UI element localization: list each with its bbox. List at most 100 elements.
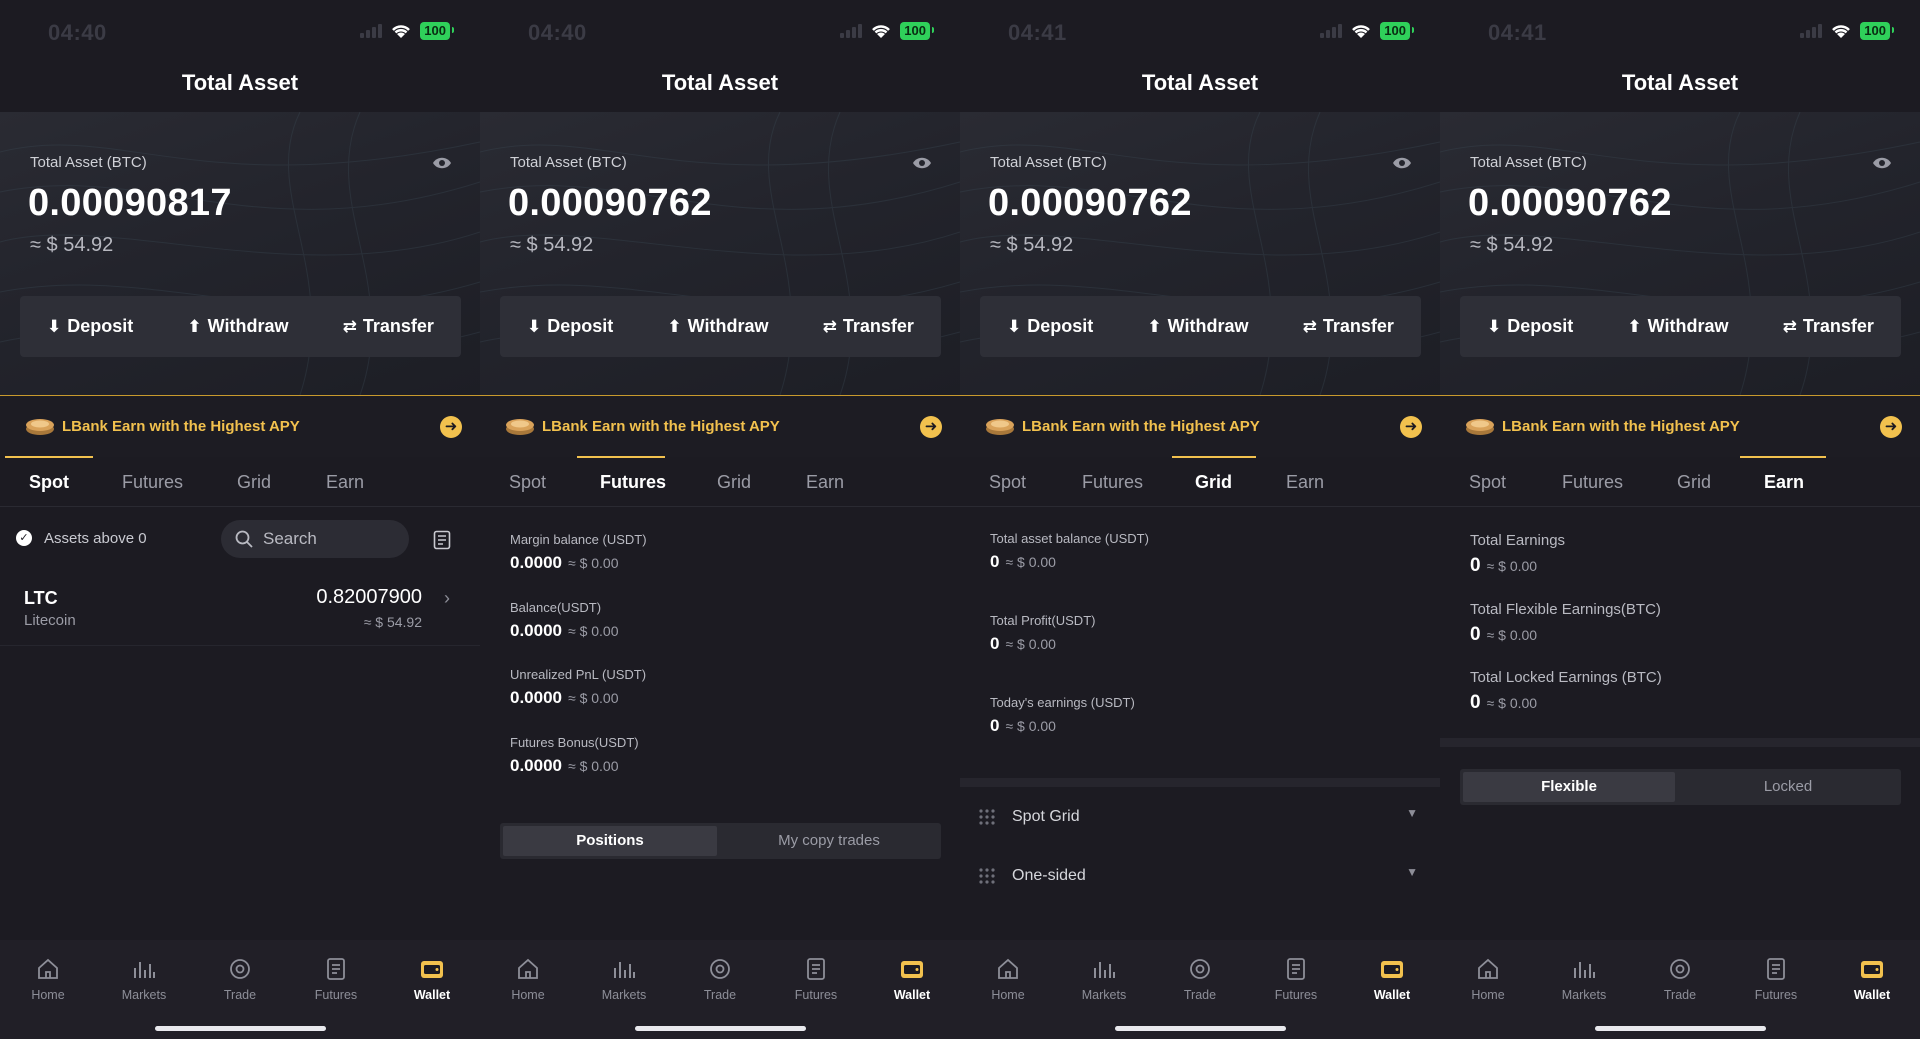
eye-icon[interactable] bbox=[912, 156, 932, 170]
tab-spot[interactable]: Spot bbox=[989, 472, 1026, 493]
record-icon[interactable] bbox=[433, 530, 451, 550]
arrow-up-icon: ⬆ bbox=[1627, 316, 1642, 336]
nav-wallet[interactable]: Wallet bbox=[392, 956, 472, 1002]
withdraw-button[interactable]: ⬆ Withdraw bbox=[667, 316, 768, 337]
arrow-right-icon[interactable]: ➜ bbox=[1400, 416, 1422, 438]
tab-grid[interactable]: Grid bbox=[1195, 472, 1232, 493]
asset-row[interactable]: LTC Litecoin 0.82007900 ≈ $ 54.92 › bbox=[0, 580, 480, 646]
nav-home[interactable]: Home bbox=[488, 956, 568, 1002]
arrow-right-icon[interactable]: ➜ bbox=[440, 416, 462, 438]
earn-promo-banner[interactable]: LBank Earn with the Highest APY ➜ bbox=[1440, 395, 1920, 457]
tab-spot[interactable]: Spot bbox=[29, 472, 69, 493]
grid-dots-icon bbox=[979, 868, 995, 884]
tab-earn[interactable]: Earn bbox=[1286, 472, 1324, 493]
nav-wallet[interactable]: Wallet bbox=[1352, 956, 1432, 1002]
tab-spot[interactable]: Spot bbox=[1469, 472, 1506, 493]
home-indicator bbox=[155, 1026, 326, 1031]
nav-trade[interactable]: Trade bbox=[1640, 956, 1720, 1002]
tab-grid[interactable]: Grid bbox=[237, 472, 271, 493]
markets-icon bbox=[1574, 962, 1595, 978]
tab-earn[interactable]: Earn bbox=[1764, 472, 1804, 493]
transfer-button[interactable]: ⇄ Transfer bbox=[343, 316, 434, 337]
nav-markets[interactable]: Markets bbox=[584, 956, 664, 1002]
tab-spot[interactable]: Spot bbox=[509, 472, 546, 493]
nav-markets[interactable]: Markets bbox=[1064, 956, 1144, 1002]
nav-markets[interactable]: Markets bbox=[1544, 956, 1624, 1002]
battery-indicator: 100 bbox=[1380, 22, 1414, 40]
transfer-icon: ⇄ bbox=[1302, 316, 1317, 336]
segment-my-copy-trades[interactable]: My copy trades bbox=[720, 826, 938, 856]
nav-wallet[interactable]: Wallet bbox=[1832, 956, 1912, 1002]
earn-promo-banner[interactable]: LBank Earn with the Highest APY ➜ bbox=[480, 395, 960, 457]
promo-text: LBank Earn with the Highest APY bbox=[542, 418, 780, 435]
eye-icon[interactable] bbox=[1872, 156, 1892, 170]
tab-futures[interactable]: Futures bbox=[1082, 472, 1143, 493]
nav-trade[interactable]: Trade bbox=[1160, 956, 1240, 1002]
asset-actions: ⬇ Deposit ⬆ Withdraw ⇄ Transfer bbox=[500, 296, 941, 357]
home-indicator bbox=[635, 1026, 806, 1031]
tab-futures[interactable]: Futures bbox=[600, 472, 666, 493]
arrow-down-icon: ⬇ bbox=[47, 316, 62, 336]
withdraw-button[interactable]: ⬆ Withdraw bbox=[1147, 316, 1248, 337]
active-tab-indicator bbox=[577, 456, 665, 458]
eye-icon[interactable] bbox=[432, 156, 452, 170]
total-asset-label: Total Asset (BTC) bbox=[510, 154, 627, 171]
tab-earn[interactable]: Earn bbox=[806, 472, 844, 493]
tab-grid[interactable]: Grid bbox=[717, 472, 751, 493]
section-divider bbox=[960, 778, 1440, 787]
nav-markets[interactable]: Markets bbox=[104, 956, 184, 1002]
status-time: 04:41 bbox=[1008, 20, 1067, 45]
wallet-icon bbox=[1381, 961, 1403, 978]
segment-flexible[interactable]: Flexible bbox=[1463, 772, 1675, 802]
grid-row-one-sided[interactable]: One-sided ▼ bbox=[960, 857, 1440, 897]
wifi-icon bbox=[1832, 25, 1851, 38]
nav-futures[interactable]: Futures bbox=[1256, 956, 1336, 1002]
asset-usd-value: ≈ $ 54.92 bbox=[363, 614, 422, 630]
arrow-down-icon: ⬇ bbox=[1007, 316, 1022, 336]
nav-trade[interactable]: Trade bbox=[680, 956, 760, 1002]
deposit-button[interactable]: ⬇ Deposit bbox=[47, 316, 133, 337]
nav-wallet[interactable]: Wallet bbox=[872, 956, 952, 1002]
segment-locked[interactable]: Locked bbox=[1678, 772, 1898, 802]
grid-row-spot-grid[interactable]: Spot Grid ▼ bbox=[960, 798, 1440, 838]
tab-futures[interactable]: Futures bbox=[1562, 472, 1623, 493]
tab-futures[interactable]: Futures bbox=[122, 472, 183, 493]
arrow-up-icon: ⬆ bbox=[187, 316, 202, 336]
wifi-icon bbox=[872, 25, 891, 38]
battery-indicator: 100 bbox=[900, 22, 934, 40]
withdraw-button[interactable]: ⬆ Withdraw bbox=[1627, 316, 1728, 337]
active-tab-indicator bbox=[1740, 456, 1826, 458]
assets-above-zero-label[interactable]: Assets above 0 bbox=[44, 530, 147, 547]
eye-icon[interactable] bbox=[1392, 156, 1412, 170]
page-title: Total Asset bbox=[1621, 70, 1739, 95]
earn-promo-banner[interactable]: LBank Earn with the Highest APY ➜ bbox=[0, 395, 480, 457]
withdraw-button[interactable]: ⬆ Withdraw bbox=[187, 316, 288, 337]
nav-futures[interactable]: Futures bbox=[296, 956, 376, 1002]
deposit-button[interactable]: ⬇ Deposit bbox=[1487, 316, 1573, 337]
nav-home[interactable]: Home bbox=[8, 956, 88, 1002]
status-bar: 04:40 100 bbox=[480, 0, 960, 64]
stat-margin-balance: Margin balance (USDT) 0.0000 ≈ $ 0.00 bbox=[510, 532, 647, 572]
search-input[interactable] bbox=[263, 526, 393, 552]
tab-earn[interactable]: Earn bbox=[326, 472, 364, 493]
nav-trade[interactable]: Trade bbox=[200, 956, 280, 1002]
earn-promo-banner[interactable]: LBank Earn with the Highest APY ➜ bbox=[960, 395, 1440, 457]
stat-total-profit: Total Profit(USDT) 0 ≈ $ 0.00 bbox=[990, 613, 1096, 653]
tab-grid[interactable]: Grid bbox=[1677, 472, 1711, 493]
section-divider bbox=[1440, 738, 1920, 747]
search-box[interactable] bbox=[221, 520, 409, 558]
nav-home[interactable]: Home bbox=[1448, 956, 1528, 1002]
segment-positions[interactable]: Positions bbox=[503, 826, 717, 856]
deposit-button[interactable]: ⬇ Deposit bbox=[527, 316, 613, 337]
nav-futures[interactable]: Futures bbox=[776, 956, 856, 1002]
deposit-button[interactable]: ⬇ Deposit bbox=[1007, 316, 1093, 337]
arrow-right-icon[interactable]: ➜ bbox=[920, 416, 942, 438]
transfer-button[interactable]: ⇄ Transfer bbox=[1783, 316, 1874, 337]
arrow-right-icon[interactable]: ➜ bbox=[1880, 416, 1902, 438]
checkbox-checked-icon[interactable]: ✓ bbox=[16, 530, 32, 546]
transfer-button[interactable]: ⇄ Transfer bbox=[823, 316, 914, 337]
nav-futures[interactable]: Futures bbox=[1736, 956, 1816, 1002]
transfer-button[interactable]: ⇄ Transfer bbox=[1303, 316, 1394, 337]
nav-home[interactable]: Home bbox=[968, 956, 1048, 1002]
asset-summary-card: Total Asset (BTC) 0.00090762 ≈ $ 54.92 ⬇… bbox=[1440, 112, 1920, 395]
